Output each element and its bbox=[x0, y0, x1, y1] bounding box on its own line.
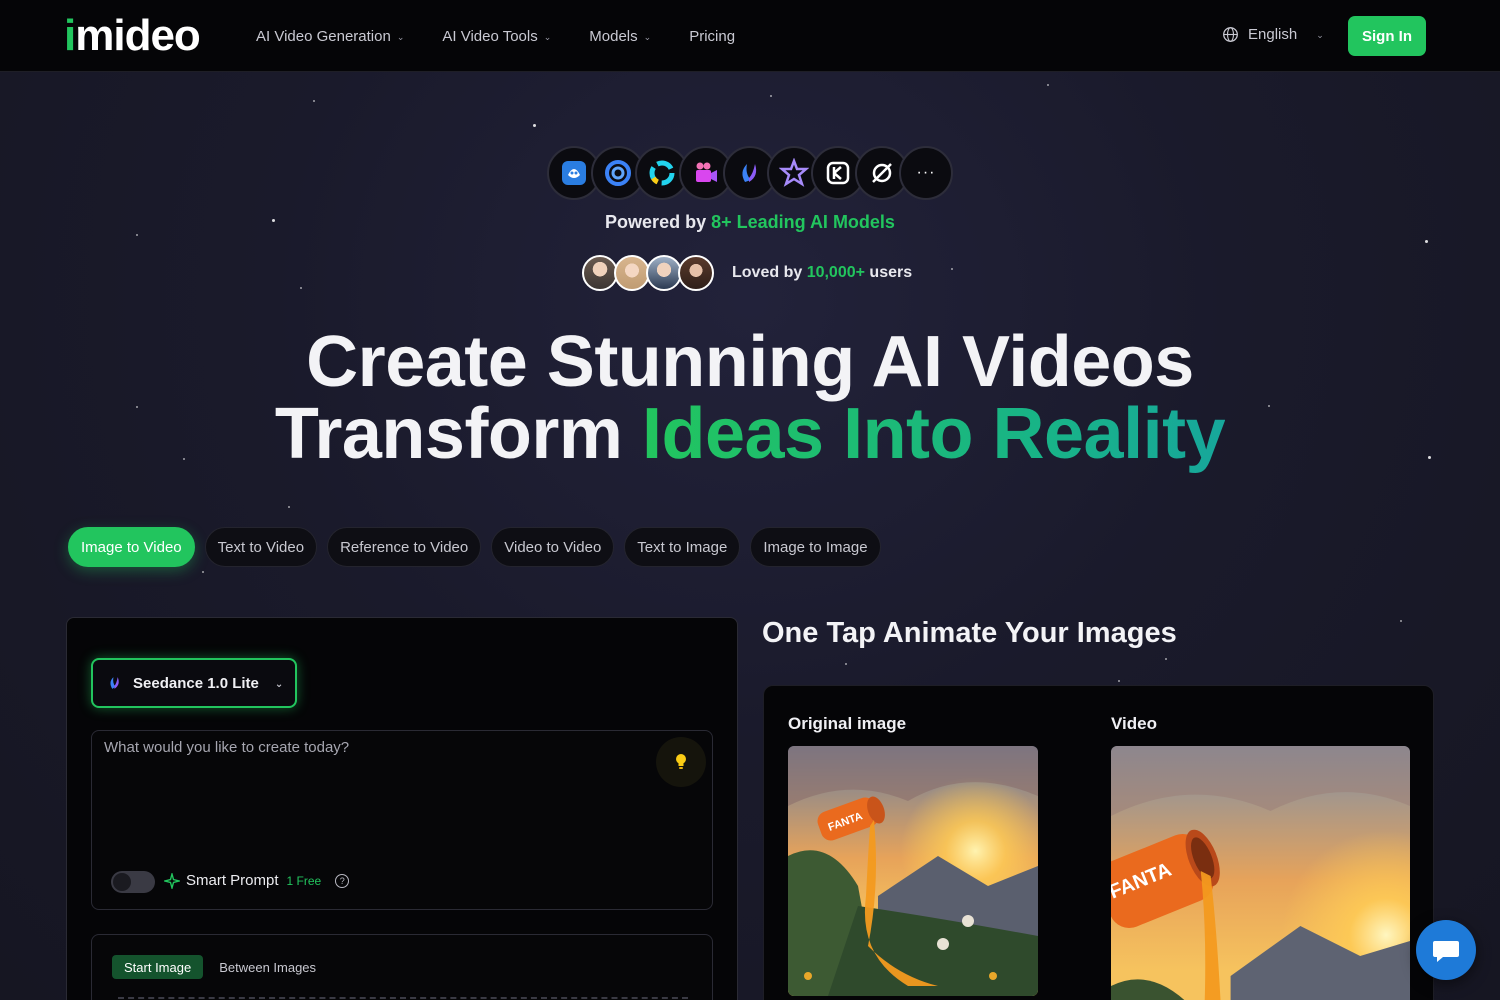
video-preview[interactable]: FANTA bbox=[1111, 746, 1410, 1000]
loved-by-row: Loved by 10,000+ users bbox=[582, 254, 912, 292]
user-avatar bbox=[614, 255, 650, 291]
chat-bubble-icon bbox=[1433, 941, 1459, 962]
tab-image-to-image[interactable]: Image to Image bbox=[750, 527, 881, 567]
video-label: Video bbox=[1111, 714, 1157, 733]
showcase-card: Original image Video FANTA FANTA bbox=[763, 685, 1434, 1000]
smart-prompt-toggle[interactable] bbox=[111, 871, 155, 893]
model-selector-label: Seedance 1.0 Lite bbox=[133, 674, 259, 692]
language-label: English bbox=[1248, 26, 1298, 43]
model-icons-strip: ··· bbox=[547, 146, 953, 200]
between-images-option[interactable]: Between Images bbox=[207, 955, 328, 979]
loved-by-text: Loved by 10,000+ users bbox=[732, 264, 913, 281]
user-avatar bbox=[678, 255, 714, 291]
powered-by-text: Powered by 8+ Leading AI Models bbox=[605, 212, 895, 232]
tab-video-to-video[interactable]: Video to Video bbox=[491, 527, 615, 567]
idea-bulb-button[interactable] bbox=[656, 737, 706, 787]
user-avatar bbox=[582, 255, 618, 291]
chevron-down-icon: ⌄ bbox=[274, 678, 284, 690]
smart-prompt-label: Smart Prompt bbox=[186, 872, 279, 889]
smart-prompt-label-row: Smart Prompt 1 Free ? bbox=[164, 872, 350, 889]
image-mode-switch: Start Image Between Images bbox=[112, 955, 328, 979]
image-upload-box: Start Image Between Images bbox=[91, 934, 713, 1000]
imideo-logo[interactable]: imideo bbox=[64, 14, 201, 58]
top-navbar: imideo AI Video Generation ⌄ AI Video Too… bbox=[0, 0, 1500, 72]
chat-support-button[interactable] bbox=[1416, 920, 1476, 980]
user-avatar bbox=[646, 255, 682, 291]
sparkle-icon bbox=[164, 872, 180, 889]
lightbulb-icon bbox=[676, 754, 686, 769]
nav-links: AI Video Generation ⌄ AI Video Tools ⌄ Mod… bbox=[256, 0, 773, 72]
tab-image-to-video[interactable]: Image to Video bbox=[68, 527, 195, 567]
help-icon[interactable]: ? bbox=[335, 873, 350, 888]
hero-title-line2: Transform Ideas Into Reality bbox=[274, 394, 1226, 474]
smart-prompt-free-badge: 1 Free bbox=[286, 873, 322, 888]
prompt-input[interactable] bbox=[104, 739, 644, 849]
tab-reference-to-video[interactable]: Reference to Video bbox=[327, 527, 482, 567]
nav-ai-video-generation[interactable]: AI Video Generation ⌄ bbox=[256, 28, 404, 45]
original-image-label: Original image bbox=[788, 714, 907, 733]
sign-in-button[interactable]: Sign In bbox=[1348, 16, 1426, 56]
nav-ai-video-tools[interactable]: AI Video Tools ⌄ bbox=[442, 28, 551, 45]
hero-title-line1: Create Stunning AI Videos bbox=[306, 322, 1194, 402]
prompt-box: Smart Prompt 1 Free ? bbox=[91, 730, 713, 910]
chevron-down-icon: ⌄ bbox=[543, 31, 552, 42]
generator-panel: Seedance 1.0 Lite ⌄ Smart Prompt 1 Free … bbox=[66, 617, 738, 1000]
globe-icon bbox=[1223, 27, 1238, 42]
chevron-down-icon: ⌄ bbox=[1316, 30, 1324, 40]
more-models-icon[interactable]: ··· bbox=[899, 146, 953, 200]
seedance-icon bbox=[110, 677, 119, 689]
language-selector[interactable]: English ⌄ bbox=[1222, 26, 1324, 43]
start-image-option[interactable]: Start Image bbox=[112, 955, 204, 979]
nav-models[interactable]: Models ⌄ bbox=[589, 28, 651, 45]
chevron-down-icon: ⌄ bbox=[396, 31, 405, 42]
chevron-down-icon: ⌄ bbox=[643, 31, 652, 42]
nav-pricing[interactable]: Pricing bbox=[689, 28, 735, 45]
mode-tabs: Image to Video Text to Video Reference t… bbox=[68, 527, 881, 567]
upload-dropzone-border[interactable] bbox=[118, 997, 688, 999]
model-selector[interactable]: Seedance 1.0 Lite ⌄ bbox=[91, 658, 297, 708]
original-image: FANTA bbox=[788, 746, 1038, 996]
tab-text-to-video[interactable]: Text to Video bbox=[204, 527, 318, 567]
tab-text-to-image[interactable]: Text to Image bbox=[624, 527, 741, 567]
showcase-title: One Tap Animate Your Images bbox=[762, 617, 1177, 649]
